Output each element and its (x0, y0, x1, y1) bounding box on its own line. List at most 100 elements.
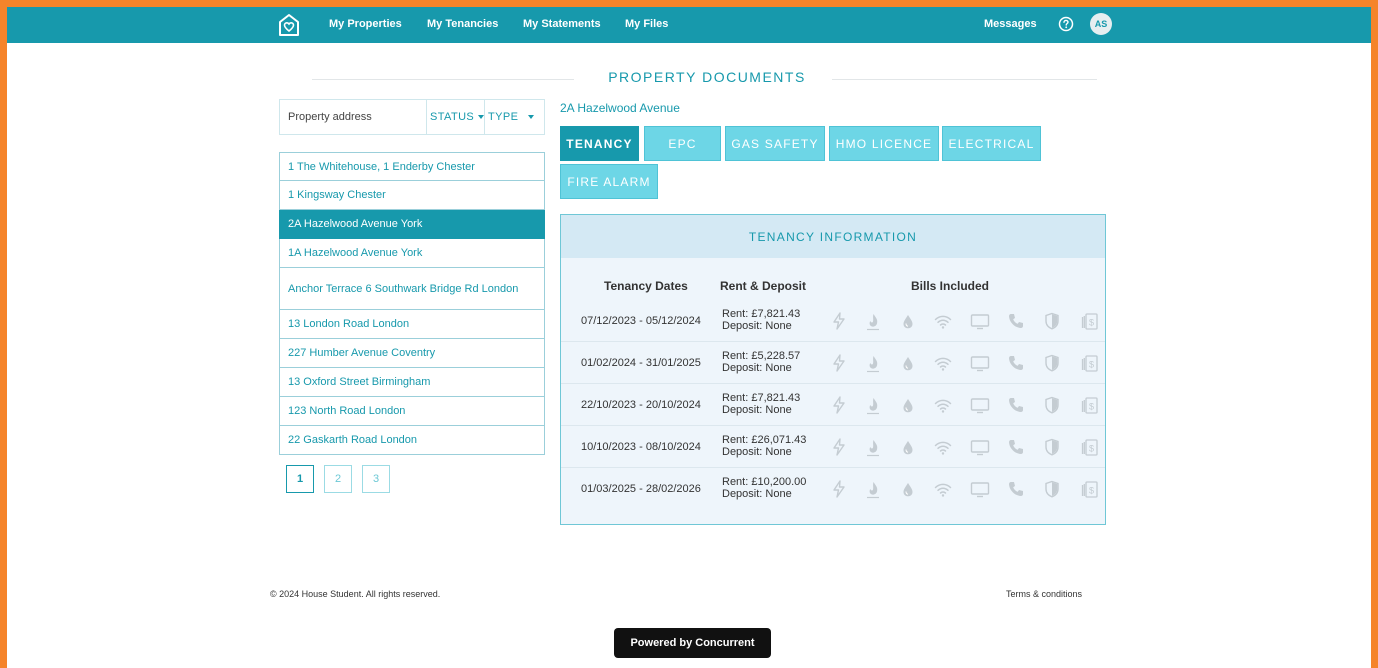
column-header-tenancy-dates: Tenancy Dates (604, 279, 688, 293)
wifi-icon (933, 437, 953, 457)
rent-deposit: Rent: £7,821.43 Deposit: None (722, 392, 800, 416)
tab-electrical[interactable]: ELECTRICAL (942, 126, 1041, 161)
nav-my-files[interactable]: My Files (625, 18, 668, 30)
tenancy-dates: 01/03/2025 - 28/02/2026 (581, 483, 701, 495)
electricity-icon (829, 437, 849, 457)
house-logo-icon[interactable] (277, 12, 301, 38)
electricity-icon (829, 395, 849, 415)
water-drop-icon (898, 311, 918, 331)
property-address-search-input[interactable] (280, 100, 427, 134)
tenancy-dates: 22/10/2023 - 20/10/2024 (581, 399, 701, 411)
rent-deposit: Rent: £7,821.43 Deposit: None (722, 308, 800, 332)
gas-flame-icon (863, 479, 883, 499)
rent-amount: Rent: £7,821.43 (722, 308, 801, 320)
phone-icon (1006, 395, 1026, 415)
tv-icon (970, 395, 990, 415)
electricity-icon (829, 479, 849, 499)
electricity-icon (829, 353, 849, 373)
svg-text:$: $ (1089, 444, 1094, 454)
terms-conditions-link[interactable]: Terms & conditions (1006, 589, 1082, 599)
wifi-icon (933, 353, 953, 373)
title-divider-right (832, 79, 1097, 80)
tab-fire-alarm[interactable]: FIRE ALARM (560, 164, 658, 199)
property-list-item[interactable]: 13 London Road London (279, 310, 545, 339)
gas-flame-icon (863, 395, 883, 415)
rent-deposit: Rent: £26,071.43 Deposit: None (722, 434, 806, 458)
app-frame: My Properties My Tenancies My Statements… (7, 7, 1371, 668)
phone-icon (1006, 479, 1026, 499)
svg-text:$: $ (1089, 360, 1094, 370)
tenancy-dates: 10/10/2023 - 08/10/2024 (581, 441, 701, 453)
rent-amount: Rent: £10,200.00 (722, 476, 807, 488)
column-header-rent-deposit: Rent & Deposit (720, 279, 807, 293)
tenancy-row: 22/10/2023 - 20/10/2024 Rent: £7,821.43 De… (561, 384, 1105, 426)
status-filter-dropdown[interactable]: STATUS (427, 100, 485, 134)
insurance-shield-icon (1042, 395, 1062, 415)
rent-deposit: Rent: £5,228.57 Deposit: None (722, 350, 800, 374)
property-list-item[interactable]: 123 North Road London (279, 397, 545, 426)
tenancy-row: 07/12/2023 - 05/12/2024 Rent: £7,821.43 De… (561, 300, 1105, 342)
tv-icon (970, 311, 990, 331)
tv-icon (970, 437, 990, 457)
deposit-amount: Deposit: None (722, 362, 792, 374)
nav-messages[interactable]: Messages (984, 18, 1037, 30)
electricity-icon (829, 311, 849, 331)
nav-my-properties[interactable]: My Properties (329, 18, 402, 30)
deposit-amount: Deposit: None (722, 488, 792, 500)
insurance-shield-icon (1042, 311, 1062, 331)
top-navbar: My Properties My Tenancies My Statements… (7, 7, 1371, 43)
column-header-bills-included: Bills Included (911, 279, 990, 293)
nav-my-statements[interactable]: My Statements (523, 18, 601, 30)
insurance-shield-icon (1042, 437, 1062, 457)
rent-amount: Rent: £7,821.43 (722, 392, 801, 404)
property-list-item[interactable]: 227 Humber Avenue Coventry (279, 339, 545, 368)
tenancy-row: 01/02/2024 - 31/01/2025 Rent: £5,228.57 De… (561, 342, 1105, 384)
tab-hmo-licence[interactable]: HMO LICENCE (829, 126, 939, 161)
property-list-item[interactable]: 1 Kingsway Chester (279, 181, 545, 210)
rent-deposit: Rent: £10,200.00 Deposit: None (722, 476, 806, 500)
page-button-3[interactable]: 3 (362, 465, 390, 493)
council-tax-icon: $ (1080, 353, 1100, 373)
type-filter-dropdown[interactable]: TYPE (485, 100, 544, 134)
svg-text:$: $ (1089, 402, 1094, 412)
type-filter-label: TYPE (488, 111, 519, 123)
property-list-item[interactable]: 1A Hazelwood Avenue York (279, 239, 545, 268)
property-list-item[interactable]: Anchor Terrace 6 Southwark Bridge Rd Lon… (279, 268, 545, 310)
page-button-2[interactable]: 2 (324, 465, 352, 493)
phone-icon (1006, 437, 1026, 457)
tab-epc[interactable]: EPC (644, 126, 721, 161)
nav-my-tenancies[interactable]: My Tenancies (427, 18, 498, 30)
water-drop-icon (898, 353, 918, 373)
property-filter-bar: STATUS TYPE (279, 99, 545, 135)
title-divider-left (312, 79, 574, 80)
pagination: 1 2 3 (286, 465, 390, 493)
property-list-item[interactable]: 22 Gaskarth Road London (279, 426, 545, 455)
property-list-item[interactable]: 1 The Whitehouse, 1 Enderby Chester (279, 152, 545, 181)
insurance-shield-icon (1042, 479, 1062, 499)
council-tax-icon: $ (1080, 479, 1100, 499)
footer-copyright: © 2024 House Student. All rights reserve… (270, 589, 441, 599)
phone-icon (1006, 311, 1026, 331)
help-icon[interactable] (1058, 16, 1074, 32)
page-title: PROPERTY DOCUMENTS (608, 69, 806, 85)
tenancy-row: 10/10/2023 - 08/10/2024 Rent: £26,071.43 D… (561, 426, 1105, 468)
chevron-down-icon (528, 115, 535, 119)
svg-text:$: $ (1089, 486, 1094, 496)
selected-property-address: 2A Hazelwood Avenue (560, 101, 680, 115)
powered-by-badge[interactable]: Powered by Concurrent (614, 628, 771, 658)
property-list-item[interactable]: 13 Oxford Street Birmingham (279, 368, 545, 397)
user-avatar[interactable]: AS (1090, 13, 1112, 35)
council-tax-icon: $ (1080, 437, 1100, 457)
property-list: 1 The Whitehouse, 1 Enderby Chester 1 Ki… (279, 152, 545, 455)
tv-icon (970, 353, 990, 373)
wifi-icon (933, 479, 953, 499)
tab-gas-safety[interactable]: GAS SAFETY (725, 126, 825, 161)
rent-amount: Rent: £5,228.57 (722, 350, 801, 362)
tenancy-dates: 07/12/2023 - 05/12/2024 (581, 315, 701, 327)
tv-icon (970, 479, 990, 499)
tab-tenancy[interactable]: TENANCY (560, 126, 639, 161)
deposit-amount: Deposit: None (722, 404, 792, 416)
page-button-1[interactable]: 1 (286, 465, 314, 493)
property-list-item-selected[interactable]: 2A Hazelwood Avenue York (279, 210, 545, 239)
tenancy-row: 01/03/2025 - 28/02/2026 Rent: £10,200.00 D… (561, 468, 1105, 510)
